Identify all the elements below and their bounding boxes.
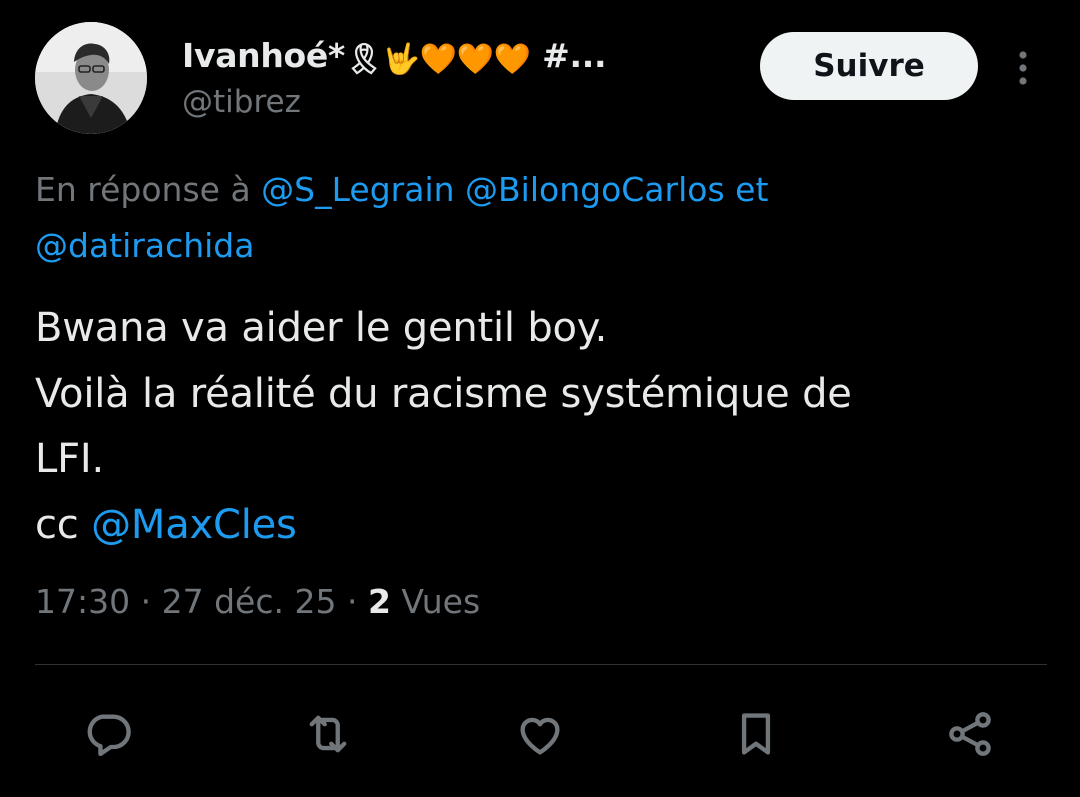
tweet-line: Voilà la réalité du racisme systémique d…	[35, 370, 852, 417]
follow-button[interactable]: Suivre	[760, 32, 978, 100]
repost-button[interactable]	[302, 708, 354, 760]
tweet-line: LFI.	[35, 436, 105, 482]
author-name: Ivanhoé*	[182, 36, 345, 75]
share-button[interactable]	[944, 708, 996, 760]
author-name-emojis: 🎗🤟🧡🧡🧡	[344, 42, 531, 77]
author-handle[interactable]: @tibrez	[182, 84, 301, 120]
tweet-time[interactable]: 17:30	[35, 582, 130, 621]
tweet-line-mention: cc @MaxCles	[35, 493, 1045, 559]
reply-button[interactable]	[82, 708, 134, 760]
tweet-line: Bwana va aider le gentil boy.	[35, 305, 608, 351]
share-icon	[949, 712, 991, 756]
bookmark-icon	[741, 713, 771, 755]
reply-icon	[87, 714, 131, 757]
meta-separator: ·	[336, 582, 368, 621]
tweet-body: Bwana va aider le gentil boy. Voilà la r…	[35, 296, 1045, 558]
views-count: 2	[367, 582, 391, 621]
mention-s-legrain[interactable]: @S_Legrain	[261, 170, 454, 209]
reply-prefix: En réponse à	[35, 170, 262, 209]
profile-photo	[35, 22, 147, 134]
repost-icon	[309, 715, 347, 753]
like-button[interactable]	[514, 708, 566, 760]
like-icon	[520, 717, 560, 755]
meta-separator: ·	[130, 582, 162, 621]
divider	[35, 664, 1047, 665]
author-name-suffix: #...	[530, 36, 607, 75]
views-label: Vues	[390, 582, 481, 621]
tweet-meta: 17:30 · 27 déc. 25 · 2 Vues	[35, 582, 480, 621]
reply-conjunction[interactable]: et	[725, 170, 768, 209]
tweet-date[interactable]: 27 déc. 25	[162, 582, 337, 621]
cc-prefix: cc	[35, 501, 92, 548]
mention-datirachida[interactable]: @datirachida	[35, 226, 254, 265]
bookmark-button[interactable]	[730, 708, 782, 760]
more-options-icon[interactable]	[1010, 48, 1036, 88]
reply-context: En réponse à @S_Legrain @BilongoCarlos e…	[35, 162, 1035, 274]
mention-bilongocarlos[interactable]: @BilongoCarlos	[465, 170, 725, 209]
mention-maxcles[interactable]: @MaxCles	[91, 502, 297, 548]
avatar[interactable]	[35, 22, 147, 134]
author-display-name[interactable]: Ivanhoé*🎗🤟🧡🧡🧡 #...	[182, 36, 607, 77]
